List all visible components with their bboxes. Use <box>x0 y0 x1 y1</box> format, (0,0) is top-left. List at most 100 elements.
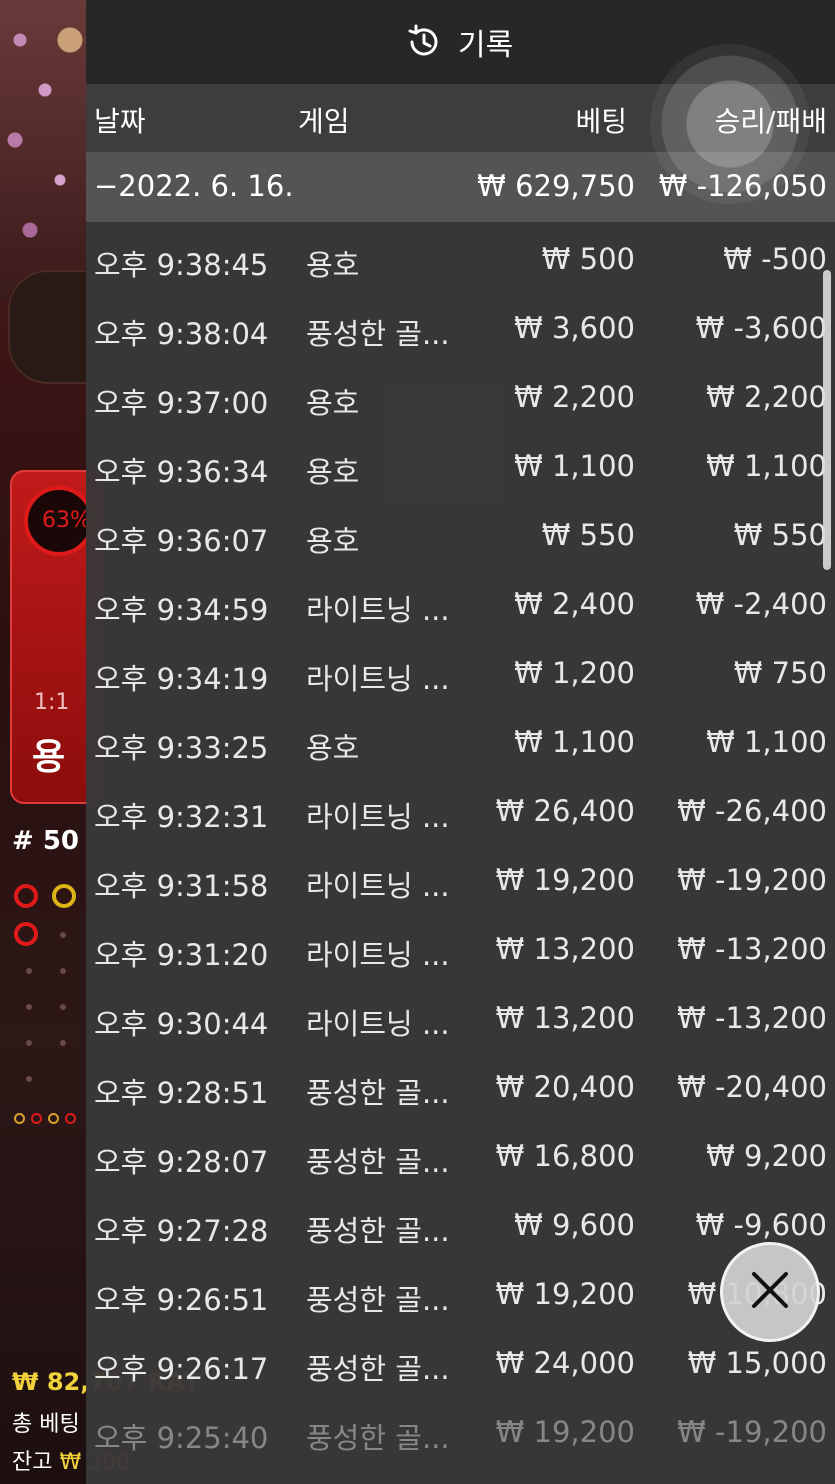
row-time: 오후 9:26:17 <box>94 1352 269 1386</box>
row-bet: ₩ 13,200 <box>495 932 635 966</box>
row-bet: ₩ 1,200 <box>514 656 635 690</box>
history-row[interactable]: 오후 9:27:28 풍성한 골... ₩ 9,600 ₩ -9,600 <box>86 1194 835 1263</box>
road-dot <box>60 1040 66 1046</box>
row-bet: ₩ 500 <box>541 242 635 276</box>
row-time: 오후 9:32:31 <box>94 800 269 834</box>
bet-side-label: 용 <box>32 737 66 778</box>
row-winloss: ₩ 15,000 <box>687 1346 827 1380</box>
row-game: 라이트닝 ... <box>306 938 450 972</box>
row-winloss: ₩ -19,200 <box>677 1415 827 1449</box>
history-row[interactable]: 오후 9:38:04 풍성한 골... ₩ 3,600 ₩ -3,600 <box>86 297 835 366</box>
row-time: 오후 9:33:25 <box>94 731 269 765</box>
row-game: 풍성한 골... <box>306 1076 450 1110</box>
row-bet: ₩ 26,400 <box>495 794 635 828</box>
row-bet: ₩ 2,400 <box>514 587 635 621</box>
history-row[interactable]: 오후 9:34:59 라이트닝 ... ₩ 2,400 ₩ -2,400 <box>86 573 835 642</box>
row-bet: ₩ 550 <box>541 518 635 552</box>
row-game: 용호 <box>306 248 360 282</box>
row-bet: ₩ 19,200 <box>495 863 635 897</box>
row-time: 오후 9:34:59 <box>94 593 269 627</box>
row-bet: ₩ 2,200 <box>514 380 635 414</box>
row-winloss: ₩ -20,400 <box>677 1070 827 1104</box>
row-game: 풍성한 골... <box>306 1145 450 1179</box>
row-bet: ₩ 19,200 <box>495 1277 635 1311</box>
row-time: 오후 9:34:19 <box>94 662 269 696</box>
row-bet: ₩ 9,600 <box>514 1208 635 1242</box>
close-button[interactable] <box>720 1242 820 1342</box>
total-bet-label: 총 베팅 <box>12 1412 80 1437</box>
row-bet: ₩ 16,800 <box>495 1139 635 1173</box>
row-game: 풍성한 골... <box>306 1214 450 1248</box>
row-game: 풍성한 골... <box>306 1283 450 1317</box>
scrollbar[interactable] <box>823 270 831 570</box>
touch-indicator <box>650 44 810 204</box>
road-dot <box>26 1040 32 1046</box>
row-winloss: ₩ -26,400 <box>677 794 827 828</box>
history-title: 기록 <box>404 20 513 64</box>
row-bet: ₩ 19,200 <box>495 1415 635 1449</box>
row-bet: ₩ 3,600 <box>514 311 635 345</box>
vase-decoration <box>8 270 86 384</box>
road-dot <box>60 968 66 974</box>
row-time: 오후 9:31:20 <box>94 938 269 972</box>
road-dot <box>60 1004 66 1010</box>
history-row[interactable]: 오후 9:32:31 라이트닝 ... ₩ 26,400 ₩ -26,400 <box>86 780 835 849</box>
history-row[interactable]: 오후 9:25:40 풍성한 골... ₩ 19,200 ₩ -19,200 <box>86 1401 835 1470</box>
row-time: 오후 9:28:51 <box>94 1076 269 1110</box>
row-time: 오후 9:38:45 <box>94 248 269 282</box>
row-winloss: ₩ -500 <box>723 242 827 276</box>
row-game: 풍성한 골... <box>306 317 450 351</box>
row-game: 풍성한 골... <box>306 1352 450 1386</box>
close-icon <box>748 1268 792 1316</box>
row-time: 오후 9:38:04 <box>94 317 269 351</box>
row-bet: ₩ 20,400 <box>495 1070 635 1104</box>
row-winloss: ₩ -13,200 <box>677 1001 827 1035</box>
row-winloss: ₩ 1,100 <box>706 725 827 759</box>
remaining-label: 잔고 <box>12 1450 53 1475</box>
row-time: 오후 9:27:28 <box>94 1214 269 1248</box>
small-road-marker <box>31 1113 42 1124</box>
row-winloss: ₩ -3,600 <box>695 311 827 345</box>
row-bet: ₩ 1,100 <box>514 725 635 759</box>
history-row[interactable]: 오후 9:26:17 풍성한 골... ₩ 24,000 ₩ 15,000 <box>86 1332 835 1401</box>
small-road-marker <box>65 1113 76 1124</box>
road-dot <box>26 968 32 974</box>
history-row[interactable]: 오후 9:30:44 라이트닝 ... ₩ 13,200 ₩ -13,200 <box>86 987 835 1056</box>
col-date: 날짜 <box>94 105 146 138</box>
history-title-text: 기록 <box>458 28 514 63</box>
row-game: 라이트닝 ... <box>306 869 450 903</box>
summary-date: −2022. 6. 16. <box>94 169 294 203</box>
history-row[interactable]: 오후 9:34:19 라이트닝 ... ₩ 1,200 ₩ 750 <box>86 642 835 711</box>
row-time: 오후 9:37:00 <box>94 386 269 420</box>
history-row[interactable]: 오후 9:36:07 용호 ₩ 550 ₩ 550 <box>86 504 835 573</box>
road-marker <box>52 884 76 908</box>
row-winloss: ₩ 1,100 <box>706 449 827 483</box>
history-row[interactable]: 오후 9:36:34 용호 ₩ 1,100 ₩ 1,100 <box>86 435 835 504</box>
row-winloss: ₩ 750 <box>733 656 827 690</box>
history-row[interactable]: 오후 9:31:58 라이트닝 ... ₩ 19,200 ₩ -19,200 <box>86 849 835 918</box>
row-time: 오후 9:36:07 <box>94 524 269 558</box>
row-time: 오후 9:30:44 <box>94 1007 269 1041</box>
row-winloss: ₩ -2,400 <box>695 587 827 621</box>
row-time: 오후 9:25:40 <box>94 1421 269 1455</box>
history-row[interactable]: 오후 9:28:51 풍성한 골... ₩ 20,400 ₩ -20,400 <box>86 1056 835 1125</box>
row-game: 라이트닝 ... <box>306 662 450 696</box>
round-number: # 50 <box>12 826 80 856</box>
row-game: 용호 <box>306 731 360 765</box>
history-row[interactable]: 오후 9:38:45 용호 ₩ 500 ₩ -500 <box>86 228 835 297</box>
road-marker <box>14 884 38 908</box>
row-game: 라이트닝 ... <box>306 593 450 627</box>
row-time: 오후 9:36:34 <box>94 455 269 489</box>
history-row[interactable]: 오후 9:33:25 용호 ₩ 1,100 ₩ 1,100 <box>86 711 835 780</box>
bet-odds: 1:1 <box>34 690 70 715</box>
row-time: 오후 9:26:51 <box>94 1283 269 1317</box>
history-row[interactable]: 오후 9:31:20 라이트닝 ... ₩ 13,200 ₩ -13,200 <box>86 918 835 987</box>
history-row[interactable]: 오후 9:37:00 용호 ₩ 2,200 ₩ 2,200 <box>86 366 835 435</box>
history-row[interactable]: 오후 9:28:07 풍성한 골... ₩ 16,800 ₩ 9,200 <box>86 1125 835 1194</box>
row-bet: ₩ 1,100 <box>514 449 635 483</box>
row-winloss: ₩ 550 <box>733 518 827 552</box>
row-game: 라이트닝 ... <box>306 800 450 834</box>
history-icon <box>404 22 444 62</box>
row-winloss: ₩ -19,200 <box>677 863 827 897</box>
row-game: 용호 <box>306 455 360 489</box>
